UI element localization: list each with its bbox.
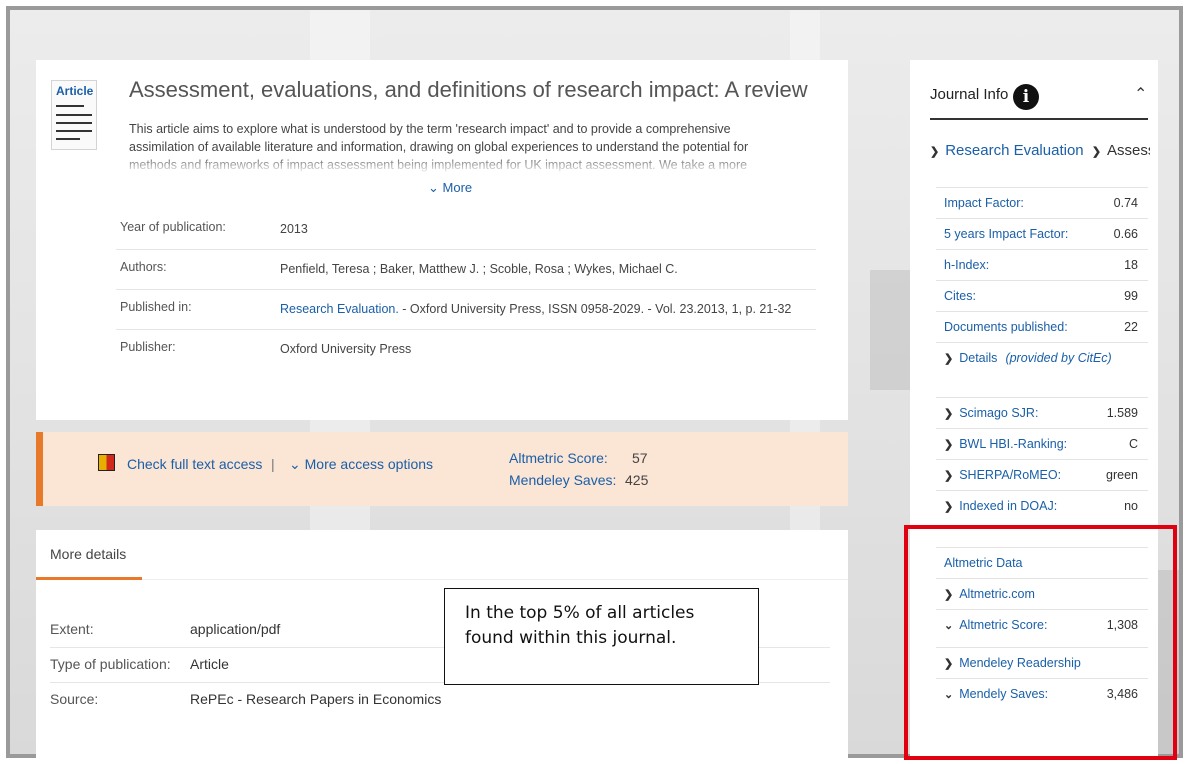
meta-row-published: Published in: Research Evaluation. - Oxf… bbox=[116, 290, 816, 330]
chevron-up-icon[interactable]: ⌃ bbox=[1134, 84, 1147, 104]
ranking-value: 1.589 bbox=[1106, 406, 1138, 420]
ranking-value: green bbox=[1106, 468, 1138, 482]
access-status-flag-icon bbox=[98, 454, 115, 471]
authors-links[interactable]: Penfield, Teresa ; Baker, Matthew J. ; S… bbox=[280, 260, 816, 279]
metric-label[interactable]: Documents published: bbox=[944, 320, 1068, 334]
ranking-row[interactable]: ❯ Scimago SJR: 1.589 bbox=[936, 398, 1148, 429]
details-toggle-label[interactable]: Details bbox=[959, 351, 997, 365]
access-separator: | bbox=[271, 456, 275, 472]
details-row-source: Source: RePEc - Research Papers in Econo… bbox=[50, 683, 830, 717]
meta-row-publisher: Publisher: Oxford University Press bbox=[116, 330, 816, 369]
ranking-label: Scimago SJR: bbox=[959, 406, 1039, 420]
callout-line: found within this journal. bbox=[465, 628, 677, 648]
metric-row: Impact Factor: 0.74 bbox=[936, 188, 1148, 219]
metric-value: 0.74 bbox=[1113, 196, 1138, 210]
meta-label: Published in: bbox=[120, 300, 192, 314]
metric-row: 5 years Impact Factor: 0.66 bbox=[936, 219, 1148, 250]
mendeley-saves-label[interactable]: Mendeley Saves: bbox=[509, 472, 616, 488]
tab-more-details[interactable]: More details bbox=[36, 530, 142, 580]
details-label: Type of publication: bbox=[50, 656, 171, 672]
ranking-label: BWL HBI.-Ranking: bbox=[959, 437, 1068, 451]
published-in-value: Research Evaluation. - Oxford University… bbox=[280, 300, 816, 319]
more-access-options-link[interactable]: ⌄ More access options bbox=[289, 456, 433, 473]
chevron-right-icon: ❯ bbox=[930, 146, 940, 158]
meta-label: Year of publication: bbox=[120, 220, 226, 234]
more-label: More bbox=[442, 180, 473, 195]
journal-metrics-list: Impact Factor: 0.74 5 years Impact Factor… bbox=[936, 187, 1148, 374]
ranking-row[interactable]: ❯ SHERPA/RoMEO: green bbox=[936, 460, 1148, 491]
breadcrumb-current: Assess... bbox=[1107, 142, 1150, 159]
tab-label: More details bbox=[50, 546, 127, 562]
ranking-value: C bbox=[1128, 437, 1138, 451]
chevron-down-icon: ⌄ bbox=[428, 180, 439, 195]
article-document-icon: Article bbox=[51, 80, 97, 150]
mendeley-saves-value: 425 bbox=[625, 472, 649, 488]
meta-label: Publisher: bbox=[120, 340, 176, 354]
access-bar: Check full text access | ⌄ More access o… bbox=[36, 432, 848, 506]
ranking-value: no bbox=[1124, 499, 1138, 513]
article-type-tag: Article bbox=[56, 84, 94, 98]
breadcrumb: ❯ Research Evaluation ❯ Assess... bbox=[930, 142, 1150, 159]
article-card: Article Assessment, evaluations, and def… bbox=[36, 60, 848, 420]
chevron-right-icon: ❯ bbox=[944, 501, 954, 513]
abstract-fade bbox=[129, 154, 789, 174]
altmetric-score-value: 57 bbox=[632, 450, 648, 466]
meta-row-year: Year of publication: 2013 bbox=[116, 210, 816, 250]
metric-row: Documents published: 22 bbox=[936, 312, 1148, 343]
metric-label[interactable]: h-Index: bbox=[944, 258, 989, 272]
details-row[interactable]: ❯ Details (provided by CitEc) bbox=[936, 343, 1148, 374]
metric-label[interactable]: 5 years Impact Factor: bbox=[944, 227, 1068, 241]
source-link[interactable]: RePEc - Research Papers in Economics bbox=[190, 691, 441, 707]
sidebar-divider bbox=[930, 118, 1148, 120]
journal-link[interactable]: Research Evaluation. bbox=[280, 302, 399, 316]
chevron-right-icon: ❯ bbox=[944, 470, 954, 482]
chevron-right-icon: ❯ bbox=[944, 353, 954, 365]
chevron-down-icon: ⌄ bbox=[289, 456, 301, 472]
journal-rankings-list: ❯ Scimago SJR: 1.589 ❯ BWL HBI.-Ranking: C ❯… bbox=[936, 397, 1148, 522]
type-value: Article bbox=[190, 656, 229, 672]
article-title: Assessment, evaluations, and definitions… bbox=[129, 77, 808, 102]
published-details: - Oxford University Press, ISSN 0958-202… bbox=[398, 302, 792, 316]
meta-row-authors: Authors: Penfield, Teresa ; Baker, Matth… bbox=[116, 250, 816, 290]
metric-label[interactable]: Impact Factor: bbox=[944, 196, 1024, 210]
citec-note: (provided by CitEc) bbox=[1005, 351, 1112, 365]
article-metadata: Year of publication: 2013 Authors: Penfi… bbox=[116, 210, 816, 369]
extent-value: application/pdf bbox=[190, 621, 281, 637]
meta-label: Authors: bbox=[120, 260, 167, 274]
metric-value: 18 bbox=[1124, 258, 1138, 272]
highlight-box bbox=[904, 525, 1177, 760]
info-icon[interactable]: i bbox=[1013, 84, 1039, 110]
publisher-value: Oxford University Press bbox=[280, 342, 412, 356]
callout-line: In the top 5% of all articles bbox=[465, 603, 695, 623]
abstract-more-link[interactable]: ⌄ More bbox=[428, 180, 472, 196]
metric-row: Cites: 99 bbox=[936, 281, 1148, 312]
metric-value: 99 bbox=[1124, 289, 1138, 303]
more-access-label: More access options bbox=[304, 456, 434, 472]
chevron-right-icon: ❯ bbox=[944, 408, 954, 420]
metric-row: h-Index: 18 bbox=[936, 250, 1148, 281]
check-full-text-link[interactable]: Check full text access bbox=[127, 456, 262, 472]
ranking-label: Indexed in DOAJ: bbox=[959, 499, 1058, 513]
details-label: Source: bbox=[50, 691, 99, 707]
annotation-callout: In the top 5% of all articles found with… bbox=[444, 588, 759, 685]
meta-year-value: 2013 bbox=[280, 222, 308, 236]
ranking-row[interactable]: ❯ BWL HBI.-Ranking: C bbox=[936, 429, 1148, 460]
chevron-right-icon: ❯ bbox=[1091, 146, 1102, 158]
details-label: Extent: bbox=[50, 621, 94, 637]
ranking-row[interactable]: ❯ Indexed in DOAJ: no bbox=[936, 491, 1148, 522]
metric-label[interactable]: Cites: bbox=[944, 289, 976, 303]
metric-value: 22 bbox=[1124, 320, 1138, 334]
ranking-label: SHERPA/RoMEO: bbox=[959, 468, 1062, 482]
chevron-right-icon: ❯ bbox=[944, 439, 954, 451]
altmetric-score-label[interactable]: Altmetric Score: bbox=[509, 450, 608, 466]
breadcrumb-journal-link[interactable]: Research Evaluation bbox=[945, 142, 1083, 159]
tab-divider bbox=[36, 579, 848, 580]
journal-info-title: Journal Info bbox=[930, 86, 1009, 103]
metric-value: 0.66 bbox=[1113, 227, 1138, 241]
